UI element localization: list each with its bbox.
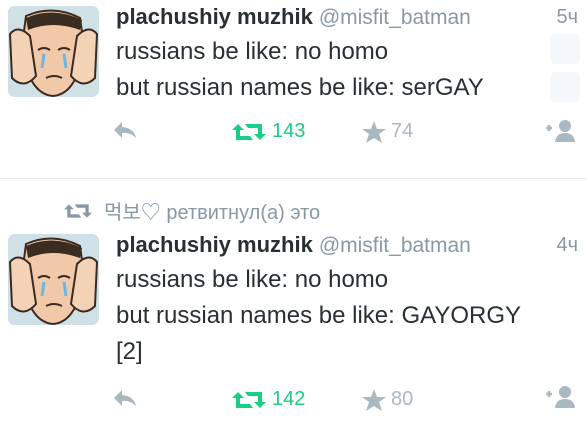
tweet-text-line: but russian names be like: GAYORGY xyxy=(116,302,522,329)
reply-button[interactable] xyxy=(112,388,138,408)
follow-button[interactable] xyxy=(542,384,576,410)
tweet-timestamp[interactable]: 4ч xyxy=(556,234,578,257)
user-handle[interactable]: @misfit_batman xyxy=(319,234,471,257)
tweet-text-line: russians be like: no homo xyxy=(116,266,389,293)
user-handle[interactable]: @misfit_batman xyxy=(319,6,471,29)
tweet-divider xyxy=(0,178,586,179)
favorite-count: 74 xyxy=(391,120,414,142)
tweet-timestamp[interactable]: 5ч xyxy=(556,6,578,29)
retweet-count: 143 xyxy=(272,120,306,142)
favorite-count: 80 xyxy=(391,388,414,410)
tweet-1[interactable]: plachushiy muzhik @misfit_batman 5ч russi… xyxy=(0,0,586,176)
avatar[interactable] xyxy=(8,234,99,325)
tweet-text-line: russians be like: no homo xyxy=(116,38,389,65)
retweet-context[interactable]: 먹보♡ ретвитнул(а) это xyxy=(64,196,320,225)
favorite-button[interactable]: 80 xyxy=(362,388,413,411)
star-icon xyxy=(362,120,386,143)
retweet-count: 142 xyxy=(272,388,306,410)
display-name[interactable]: plachushiy muzhik xyxy=(116,4,313,29)
tweet-text-line: but russian names be like: serGAY xyxy=(116,74,484,101)
follow-button[interactable] xyxy=(542,118,576,144)
crying-man-avatar-image xyxy=(8,234,99,325)
retweet-button[interactable]: 143 xyxy=(232,120,305,143)
follow-placeholder xyxy=(550,72,580,102)
tweet-header: plachushiy muzhik @misfit_batman xyxy=(116,232,471,258)
reply-arrow-icon xyxy=(114,390,136,406)
retweet-icon xyxy=(64,203,92,218)
follow-user-icon xyxy=(546,386,575,408)
follow-placeholder xyxy=(550,34,580,64)
retweet-icon xyxy=(232,391,266,408)
tweet-2[interactable]: plachushiy muzhik @misfit_batman 4ч russi… xyxy=(0,228,586,430)
reply-arrow-icon xyxy=(114,122,136,138)
tweet-text-line: [2] xyxy=(116,338,143,365)
favorite-button[interactable]: 74 xyxy=(362,120,413,143)
follow-user-icon xyxy=(546,120,575,142)
retweet-button[interactable]: 142 xyxy=(232,388,305,411)
display-name[interactable]: plachushiy muzhik xyxy=(116,232,313,257)
reply-button[interactable] xyxy=(112,120,138,140)
retweet-icon xyxy=(232,123,266,140)
tweet-header: plachushiy muzhik @misfit_batman xyxy=(116,4,471,30)
star-icon xyxy=(362,388,386,411)
crying-man-avatar-image xyxy=(8,6,99,97)
retweet-context-text: 먹보♡ ретвитнул(а) это xyxy=(104,202,321,224)
avatar[interactable] xyxy=(8,6,99,97)
